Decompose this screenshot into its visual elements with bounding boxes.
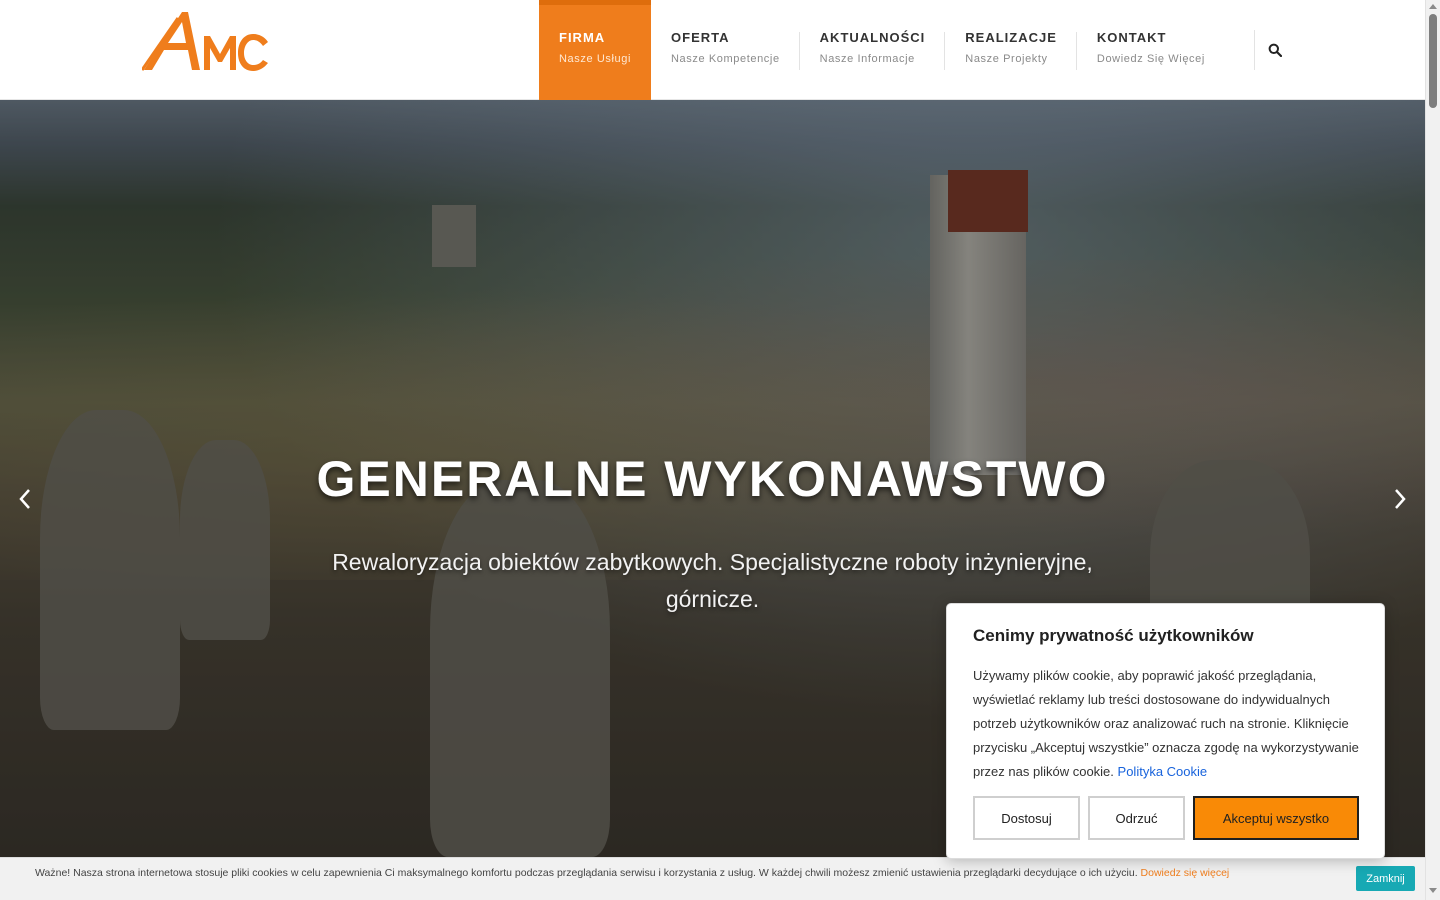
- nav-title: KONTAKT: [1096, 30, 1167, 45]
- nav-title: REALIZACJE: [965, 30, 1057, 45]
- search-button[interactable]: [1254, 30, 1294, 70]
- nav-item-firma[interactable]: FIRMA Nasze Usługi: [539, 0, 652, 100]
- nav-subtitle: Nasze Kompetencje: [671, 53, 780, 65]
- scrollbar-thumb[interactable]: [1429, 14, 1437, 108]
- cookie-notice-text: Ważne! Nasza strona internetowa stosuje …: [35, 867, 1229, 879]
- customize-button[interactable]: Dostosuj: [973, 796, 1080, 840]
- learn-more-link[interactable]: Dowiedz się więcej: [1141, 867, 1230, 879]
- nav-item-realizacje[interactable]: REALIZACJE Nasze Projekty: [945, 0, 1077, 100]
- nav-title: OFERTA: [671, 30, 730, 45]
- nav-subtitle: Nasze Informacje: [819, 53, 915, 65]
- accept-all-button[interactable]: Akceptuj wszystko: [1193, 796, 1359, 840]
- logo[interactable]: [142, 10, 272, 74]
- site-header: FIRMA Nasze Usługi OFERTA Nasze Kompeten…: [0, 0, 1425, 100]
- slider-next-button[interactable]: [1380, 474, 1420, 524]
- consent-buttons: Dostosuj Odrzuć Akceptuj wszystko: [973, 796, 1359, 840]
- nav-item-aktualnosci[interactable]: AKTUALNOŚCI Nasze Informacje: [800, 0, 946, 100]
- nav-subtitle: Nasze Projekty: [965, 53, 1048, 65]
- scroll-up-arrow-icon[interactable]: [1429, 4, 1437, 9]
- cookie-policy-link[interactable]: Polityka Cookie: [1118, 764, 1208, 779]
- cookie-notice-bar: Ważne! Nasza strona internetowa stosuje …: [0, 857, 1425, 900]
- nav-item-oferta[interactable]: OFERTA Nasze Kompetencje: [651, 0, 800, 100]
- chevron-left-icon: [19, 489, 30, 509]
- consent-body: Używamy plików cookie, aby poprawić jako…: [973, 664, 1363, 784]
- slider-prev-button[interactable]: [5, 474, 45, 524]
- search-icon: [1268, 43, 1282, 57]
- consent-title: Cenimy prywatność użytkowników: [973, 626, 1254, 645]
- page-scrollbar[interactable]: [1425, 0, 1440, 900]
- nav-title: FIRMA: [559, 30, 606, 45]
- nav-subtitle: Dowiedz Się Więcej: [1096, 53, 1205, 65]
- nav-subtitle: Nasze Usługi: [559, 53, 632, 65]
- nav-item-kontakt[interactable]: KONTAKT Dowiedz Się Więcej: [1077, 0, 1225, 100]
- nav-title: AKTUALNOŚCI: [819, 30, 926, 45]
- close-cookie-bar-button[interactable]: Zamknij: [1356, 866, 1415, 891]
- scroll-down-arrow-icon[interactable]: [1429, 888, 1437, 893]
- cookie-consent-modal: Cenimy prywatność użytkowników Używamy p…: [946, 603, 1385, 859]
- consent-body-text: Używamy plików cookie, aby poprawić jako…: [973, 668, 1359, 779]
- hero-title: GENERALNE WYKONAWSTWO: [316, 451, 1109, 507]
- amc-logo-icon: [142, 12, 268, 71]
- chevron-right-icon: [1395, 489, 1406, 509]
- main-nav: FIRMA Nasze Usługi OFERTA Nasze Kompeten…: [539, 0, 1225, 100]
- reject-button[interactable]: Odrzuć: [1088, 796, 1185, 840]
- cookie-notice-message: Ważne! Nasza strona internetowa stosuje …: [35, 867, 1138, 879]
